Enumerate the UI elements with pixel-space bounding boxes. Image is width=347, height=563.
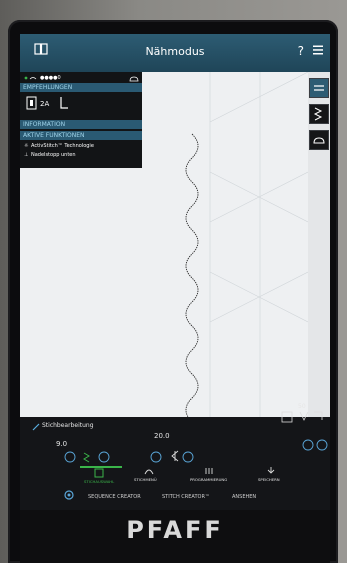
other-menu-label[interactable]: ANSEHEN xyxy=(232,494,256,500)
stitch-width-icon xyxy=(83,452,90,463)
tab-label: STICHAUSWAHL xyxy=(84,479,115,484)
programming-icon xyxy=(205,468,213,474)
info-panel: ●●●●0 EMPFEHLUNGEN 2A INFORMATION AKTIVE… xyxy=(20,72,142,168)
zigzag-icon xyxy=(313,107,323,121)
active-function-item: ActivStitch™ Technologie xyxy=(31,143,94,149)
presser-foot-icon xyxy=(26,96,37,110)
tab-label: STICHMENÜ xyxy=(134,477,157,482)
machine-lower-plate: SEQUENCE CREATOR STITCH CREATOR™ ANSEHEN… xyxy=(20,494,330,563)
right-bottom-controls xyxy=(280,410,330,470)
stitch-select-icon xyxy=(94,468,104,478)
cloud-status-icon xyxy=(129,76,139,82)
cloud-icon xyxy=(313,137,325,144)
stitch-length-icon xyxy=(171,450,179,462)
active-function-item: Nadelstopp unten xyxy=(31,152,76,158)
stitch-mirror-button[interactable] xyxy=(309,104,329,124)
presser-foot-code: 2A xyxy=(40,100,50,108)
edit-icon xyxy=(32,423,40,431)
width-plus-button[interactable] xyxy=(98,451,110,463)
edit-tools-icons xyxy=(281,411,328,451)
grid-icon xyxy=(314,85,324,91)
stitch-width-value: 9.0 xyxy=(56,440,68,448)
stitch-view-button[interactable] xyxy=(309,78,329,98)
information-header[interactable]: INFORMATION xyxy=(20,120,142,129)
page-title: Nähmodus xyxy=(145,45,205,58)
bottom-tabs: STICHAUSWAHL STICHMENÜ PROGRAMMIERUNG SP… xyxy=(80,466,310,485)
stitch-edit-label: Stichbearbeitung xyxy=(42,422,94,429)
sequence-creator-label[interactable]: SEQUENCE CREATOR xyxy=(88,494,141,500)
activstitch-icon: ☼ xyxy=(24,143,29,149)
serpentine-stitch-line xyxy=(185,133,199,423)
length-plus-button[interactable] xyxy=(182,451,194,463)
shape-button[interactable] xyxy=(309,130,329,150)
right-value: 50 xyxy=(298,403,306,410)
width-minus-button[interactable] xyxy=(64,451,76,463)
stabilizer-icon xyxy=(60,97,68,109)
recommendations-header[interactable]: EMPFEHLUNGEN xyxy=(20,83,142,92)
stitch-menu-icon xyxy=(144,469,154,475)
tab-programming[interactable]: PROGRAMMIERUNG xyxy=(184,466,234,485)
length-minus-button[interactable] xyxy=(150,451,162,463)
signal-label: ●●●●0 xyxy=(40,75,61,81)
tab-label: SPEICHERN xyxy=(258,477,280,482)
right-toolbar xyxy=(308,72,330,417)
active-functions-header[interactable]: AKTIVE FUNKTIONEN xyxy=(20,131,142,140)
stitch-length-value: 20.0 xyxy=(154,432,170,440)
menu-icon[interactable] xyxy=(312,44,324,56)
needle-stop-icon: ⊥ xyxy=(24,152,29,158)
tab-stitch-menu[interactable]: STICHMENÜ xyxy=(130,466,170,485)
top-bar: Nähmodus ? xyxy=(20,34,330,72)
brand-logo: PFAFF xyxy=(126,516,224,544)
stitch-creator-label[interactable]: STITCH CREATOR™ xyxy=(162,494,210,500)
tab-stitch-selection[interactable]: STICHAUSWAHL xyxy=(80,466,122,485)
save-icon xyxy=(267,467,275,474)
help-button[interactable]: ? xyxy=(298,44,304,58)
touch-screen: Nähmodus ? ●●●●0 EMPFEHLUNGEN 2A INFORMA… xyxy=(20,34,330,510)
tab-label: PROGRAMMIERUNG xyxy=(190,477,228,482)
wifi-icon xyxy=(24,76,37,80)
gear-icon[interactable] xyxy=(62,488,76,502)
